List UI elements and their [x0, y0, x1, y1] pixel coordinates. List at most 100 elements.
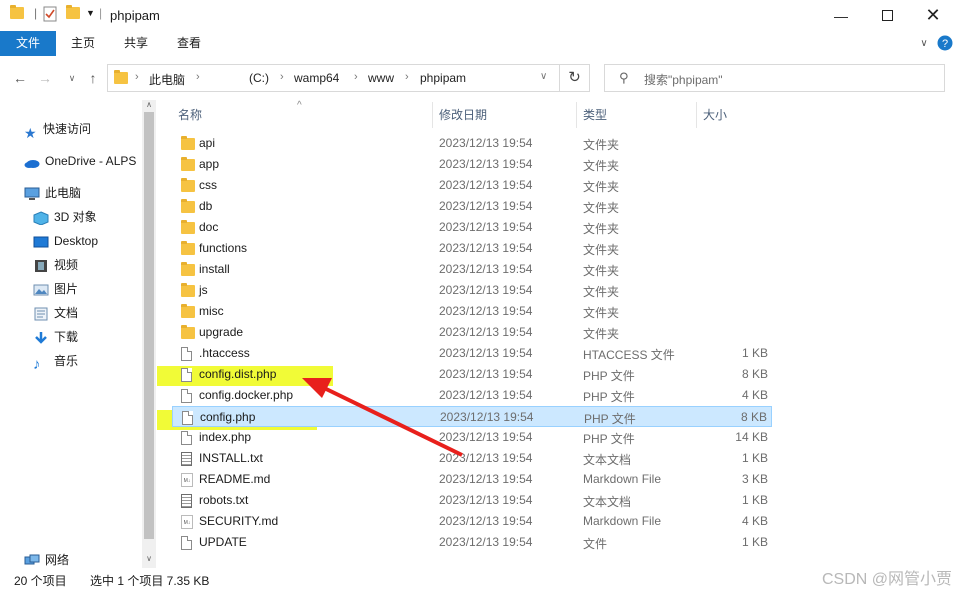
- column-header-size[interactable]: 大小: [703, 102, 727, 128]
- back-icon[interactable]: ←: [10, 68, 30, 88]
- search-input[interactable]: ⚲ 搜索"phpipam": [604, 64, 945, 92]
- file-row[interactable]: api 2023/12/13 19:54 文件夹: [172, 133, 772, 154]
- nav-videos[interactable]: 视频: [33, 254, 78, 276]
- watermark: CSDN @网管小贾: [821, 571, 952, 588]
- file-size: 14 KB: [735, 430, 768, 444]
- file-row[interactable]: INSTALL.txt 2023/12/13 19:54 文本文档 1 KB: [172, 448, 772, 469]
- file-type: 文件夹: [583, 243, 620, 257]
- tab-file[interactable]: 文件: [0, 31, 56, 56]
- help-icon[interactable]: ?: [936, 31, 954, 56]
- recent-locations-icon[interactable]: ∨: [62, 68, 82, 88]
- file-row[interactable]: misc 2023/12/13 19:54 文件夹: [172, 301, 772, 322]
- refresh-button[interactable]: ↻: [560, 64, 590, 92]
- file-row[interactable]: js 2023/12/13 19:54 文件夹: [172, 280, 772, 301]
- file-row[interactable]: config.docker.php 2023/12/13 19:54 PHP 文件 4…: [172, 385, 772, 406]
- scroll-down-icon[interactable]: ∨: [142, 554, 156, 566]
- customize-toolbar-icon[interactable]: ▼: [86, 8, 95, 18]
- chevron-right-icon[interactable]: ›: [354, 71, 358, 83]
- chevron-down-icon[interactable]: ∨: [540, 71, 547, 82]
- file-row[interactable]: upgrade 2023/12/13 19:54 文件夹: [172, 322, 772, 343]
- nav-scrollbar[interactable]: ∧ ∨: [142, 100, 156, 568]
- file-row[interactable]: config.php 2023/12/13 19:54 PHP 文件 8 KB: [172, 406, 772, 427]
- close-icon[interactable]: ✕: [910, 0, 956, 31]
- nav-desktop[interactable]: Desktop: [33, 230, 98, 252]
- column-divider[interactable]: [696, 102, 697, 128]
- column-header-type[interactable]: 类型: [583, 102, 607, 128]
- folder-icon: [181, 325, 195, 339]
- nav-documents[interactable]: 文档: [33, 302, 78, 324]
- chevron-right-icon[interactable]: ›: [280, 71, 284, 83]
- file-name: upgrade: [199, 325, 244, 339]
- nav-onedrive[interactable]: OneDrive - ALPS: [24, 150, 136, 172]
- sort-ascending-icon: ^: [297, 100, 302, 111]
- file-row[interactable]: robots.txt 2023/12/13 19:54 文本文档 1 KB: [172, 490, 772, 511]
- nav-quick-access[interactable]: ★ 快速访问: [24, 118, 91, 141]
- expand-ribbon-icon[interactable]: ∨: [915, 31, 933, 56]
- svg-text:M↓: M↓: [184, 520, 191, 526]
- maximize-icon[interactable]: [864, 0, 910, 31]
- file-type: 文件夹: [583, 201, 620, 215]
- file-type: 文件夹: [583, 222, 620, 236]
- file-icon: [181, 536, 192, 550]
- breadcrumb-phpipam[interactable]: phpipam: [420, 71, 466, 85]
- search-placeholder: 搜索"phpipam": [644, 73, 723, 87]
- minimize-icon[interactable]: —: [818, 0, 864, 31]
- nav-pictures[interactable]: 图片: [33, 278, 78, 300]
- file-row[interactable]: UPDATE 2023/12/13 19:54 文件 1 KB: [172, 532, 772, 553]
- file-row[interactable]: db 2023/12/13 19:54 文件夹: [172, 196, 772, 217]
- file-name: js: [199, 283, 208, 297]
- file-row[interactable]: .htaccess 2023/12/13 19:54 HTACCESS 文件 1 KB: [172, 343, 772, 364]
- scroll-up-icon[interactable]: ∧: [142, 100, 156, 112]
- forward-icon[interactable]: →: [35, 68, 55, 88]
- scroll-thumb[interactable]: [144, 112, 154, 539]
- file-row[interactable]: M↓ SECURITY.md 2023/12/13 19:54 Markdown Fi…: [172, 511, 772, 532]
- file-row[interactable]: css 2023/12/13 19:54 文件夹: [172, 175, 772, 196]
- tab-view[interactable]: 查看: [168, 31, 210, 56]
- file-date: 2023/12/13 19:54: [439, 136, 533, 150]
- column-header-date[interactable]: 修改日期: [439, 102, 487, 128]
- file-row[interactable]: M↓ README.md 2023/12/13 19:54 Markdown File…: [172, 469, 772, 490]
- folder-icon: [181, 304, 195, 318]
- file-row[interactable]: index.php 2023/12/13 19:54 PHP 文件 14 KB: [172, 427, 772, 448]
- file-date: 2023/12/13 19:54: [439, 451, 533, 465]
- chevron-right-icon[interactable]: ›: [405, 71, 409, 83]
- folder-icon: [181, 220, 195, 234]
- file-row[interactable]: install 2023/12/13 19:54 文件夹: [172, 259, 772, 280]
- film-icon: [33, 258, 49, 272]
- svg-text:M↓: M↓: [184, 478, 191, 484]
- file-date: 2023/12/13 19:54: [439, 388, 533, 402]
- breadcrumb-this-pc[interactable]: 此电脑: [149, 71, 185, 88]
- breadcrumb-www[interactable]: www: [368, 71, 394, 85]
- up-icon[interactable]: ↑: [83, 68, 103, 88]
- chevron-right-icon[interactable]: ›: [196, 71, 200, 83]
- file-row[interactable]: config.dist.php 2023/12/13 19:54 PHP 文件 8 K…: [172, 364, 772, 385]
- tab-home[interactable]: 主页: [62, 31, 104, 56]
- chevron-right-icon[interactable]: ›: [135, 71, 139, 83]
- title-bar: | ▼ | phpipam — ✕: [0, 0, 958, 31]
- file-name: robots.txt: [199, 493, 249, 507]
- tab-share[interactable]: 共享: [115, 31, 157, 56]
- nav-this-pc[interactable]: 此电脑: [24, 182, 81, 204]
- file-date: 2023/12/13 19:54: [439, 178, 533, 192]
- cube-icon: [33, 210, 49, 226]
- document-icon: [33, 306, 49, 321]
- folder-icon: [181, 262, 195, 276]
- breadcrumb-drive-c[interactable]: (C:): [249, 71, 269, 85]
- file-row[interactable]: functions 2023/12/13 19:54 文件夹: [172, 238, 772, 259]
- properties-icon[interactable]: [43, 6, 57, 25]
- breadcrumb-wamp64[interactable]: wamp64: [294, 71, 339, 85]
- file-row[interactable]: app 2023/12/13 19:54 文件夹: [172, 154, 772, 175]
- column-divider[interactable]: [576, 102, 577, 128]
- file-date: 2023/12/13 19:54: [439, 514, 533, 528]
- ribbon-tabs: 文件 主页 共享 查看 ∨ ?: [0, 31, 958, 56]
- column-header-name[interactable]: 名称: [178, 102, 202, 128]
- file-row[interactable]: doc 2023/12/13 19:54 文件夹: [172, 217, 772, 238]
- nav-downloads[interactable]: 下载: [33, 326, 78, 348]
- address-bar[interactable]: › 此电脑 › (C:) › wamp64 › www › phpipam ∨: [107, 64, 560, 92]
- file-date: 2023/12/13 19:54: [439, 430, 533, 444]
- nav-music[interactable]: ♪ 音乐: [33, 350, 78, 373]
- file-date: 2023/12/13 19:54: [439, 262, 533, 276]
- new-folder-icon[interactable]: [66, 5, 80, 19]
- nav-3d-objects[interactable]: 3D 对象: [33, 206, 97, 228]
- column-divider[interactable]: [432, 102, 433, 128]
